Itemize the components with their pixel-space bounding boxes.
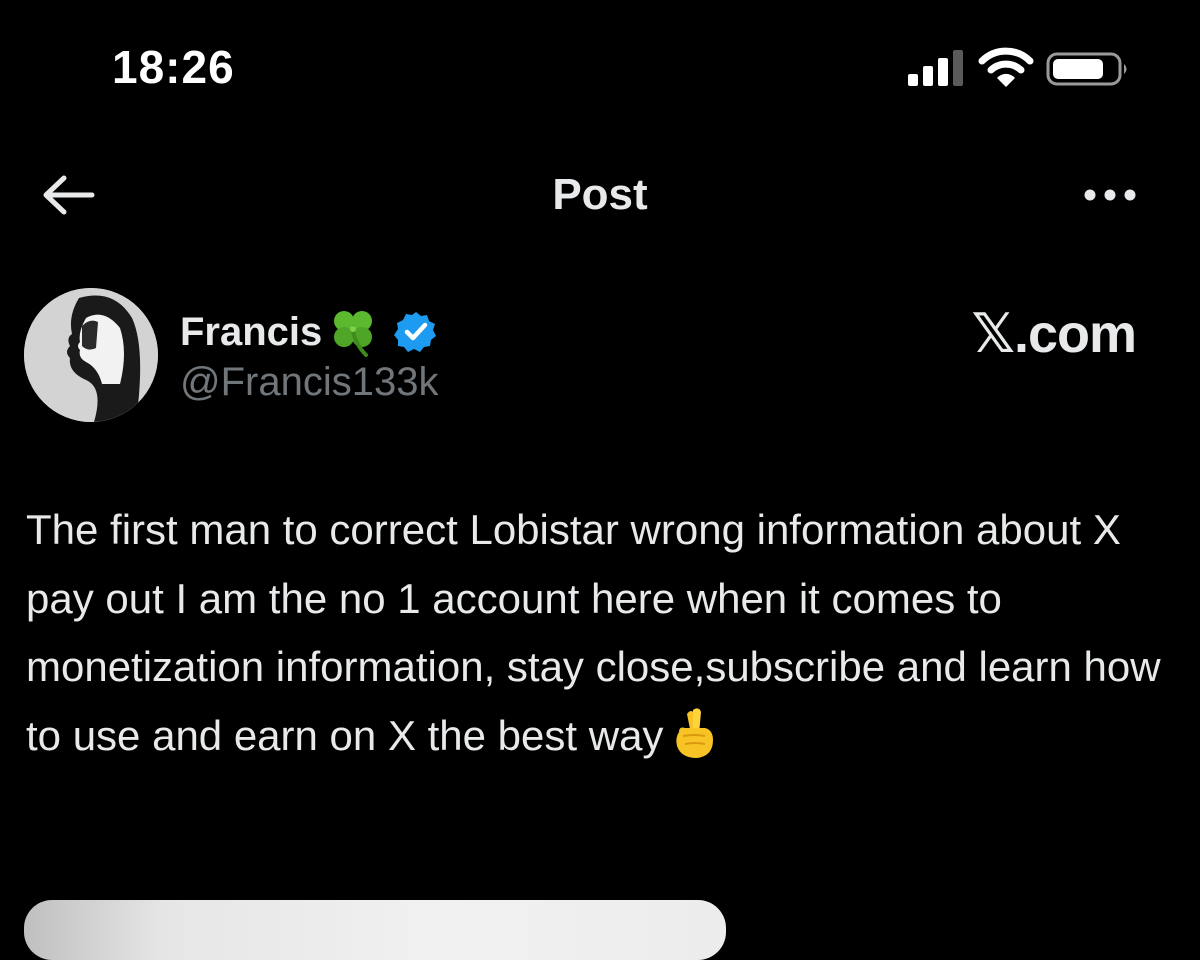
post-media-preview[interactable] [24, 900, 726, 960]
post-text: The first man to correct Lobistar wrong … [26, 496, 1186, 770]
status-time: 18:26 [112, 41, 235, 93]
verified-badge-icon [394, 312, 437, 352]
post-text-body: The first man to correct Lobistar wrong … [26, 506, 1161, 759]
four-leaf-clover-icon [334, 311, 373, 357]
more-horizontal-icon[interactable] [1080, 178, 1140, 212]
wifi-icon [978, 47, 1034, 87]
battery-icon [1046, 52, 1127, 86]
post-author: Francis @Francis133k 𝕏.com [0, 280, 1200, 430]
signal-bars-icon [908, 50, 963, 86]
avatar-image [24, 288, 158, 422]
status-bar: 18:26 [0, 0, 1200, 140]
display-name[interactable]: Francis [180, 310, 322, 355]
x-watermark: 𝕏.com [971, 304, 1137, 364]
crossed-fingers-icon [676, 707, 714, 758]
page-title: Post [552, 170, 648, 219]
user-handle[interactable]: @Francis133k [180, 360, 438, 405]
display-name-line: Francis [180, 302, 438, 362]
avatar[interactable] [24, 288, 158, 422]
post-header: Post [0, 150, 1200, 240]
